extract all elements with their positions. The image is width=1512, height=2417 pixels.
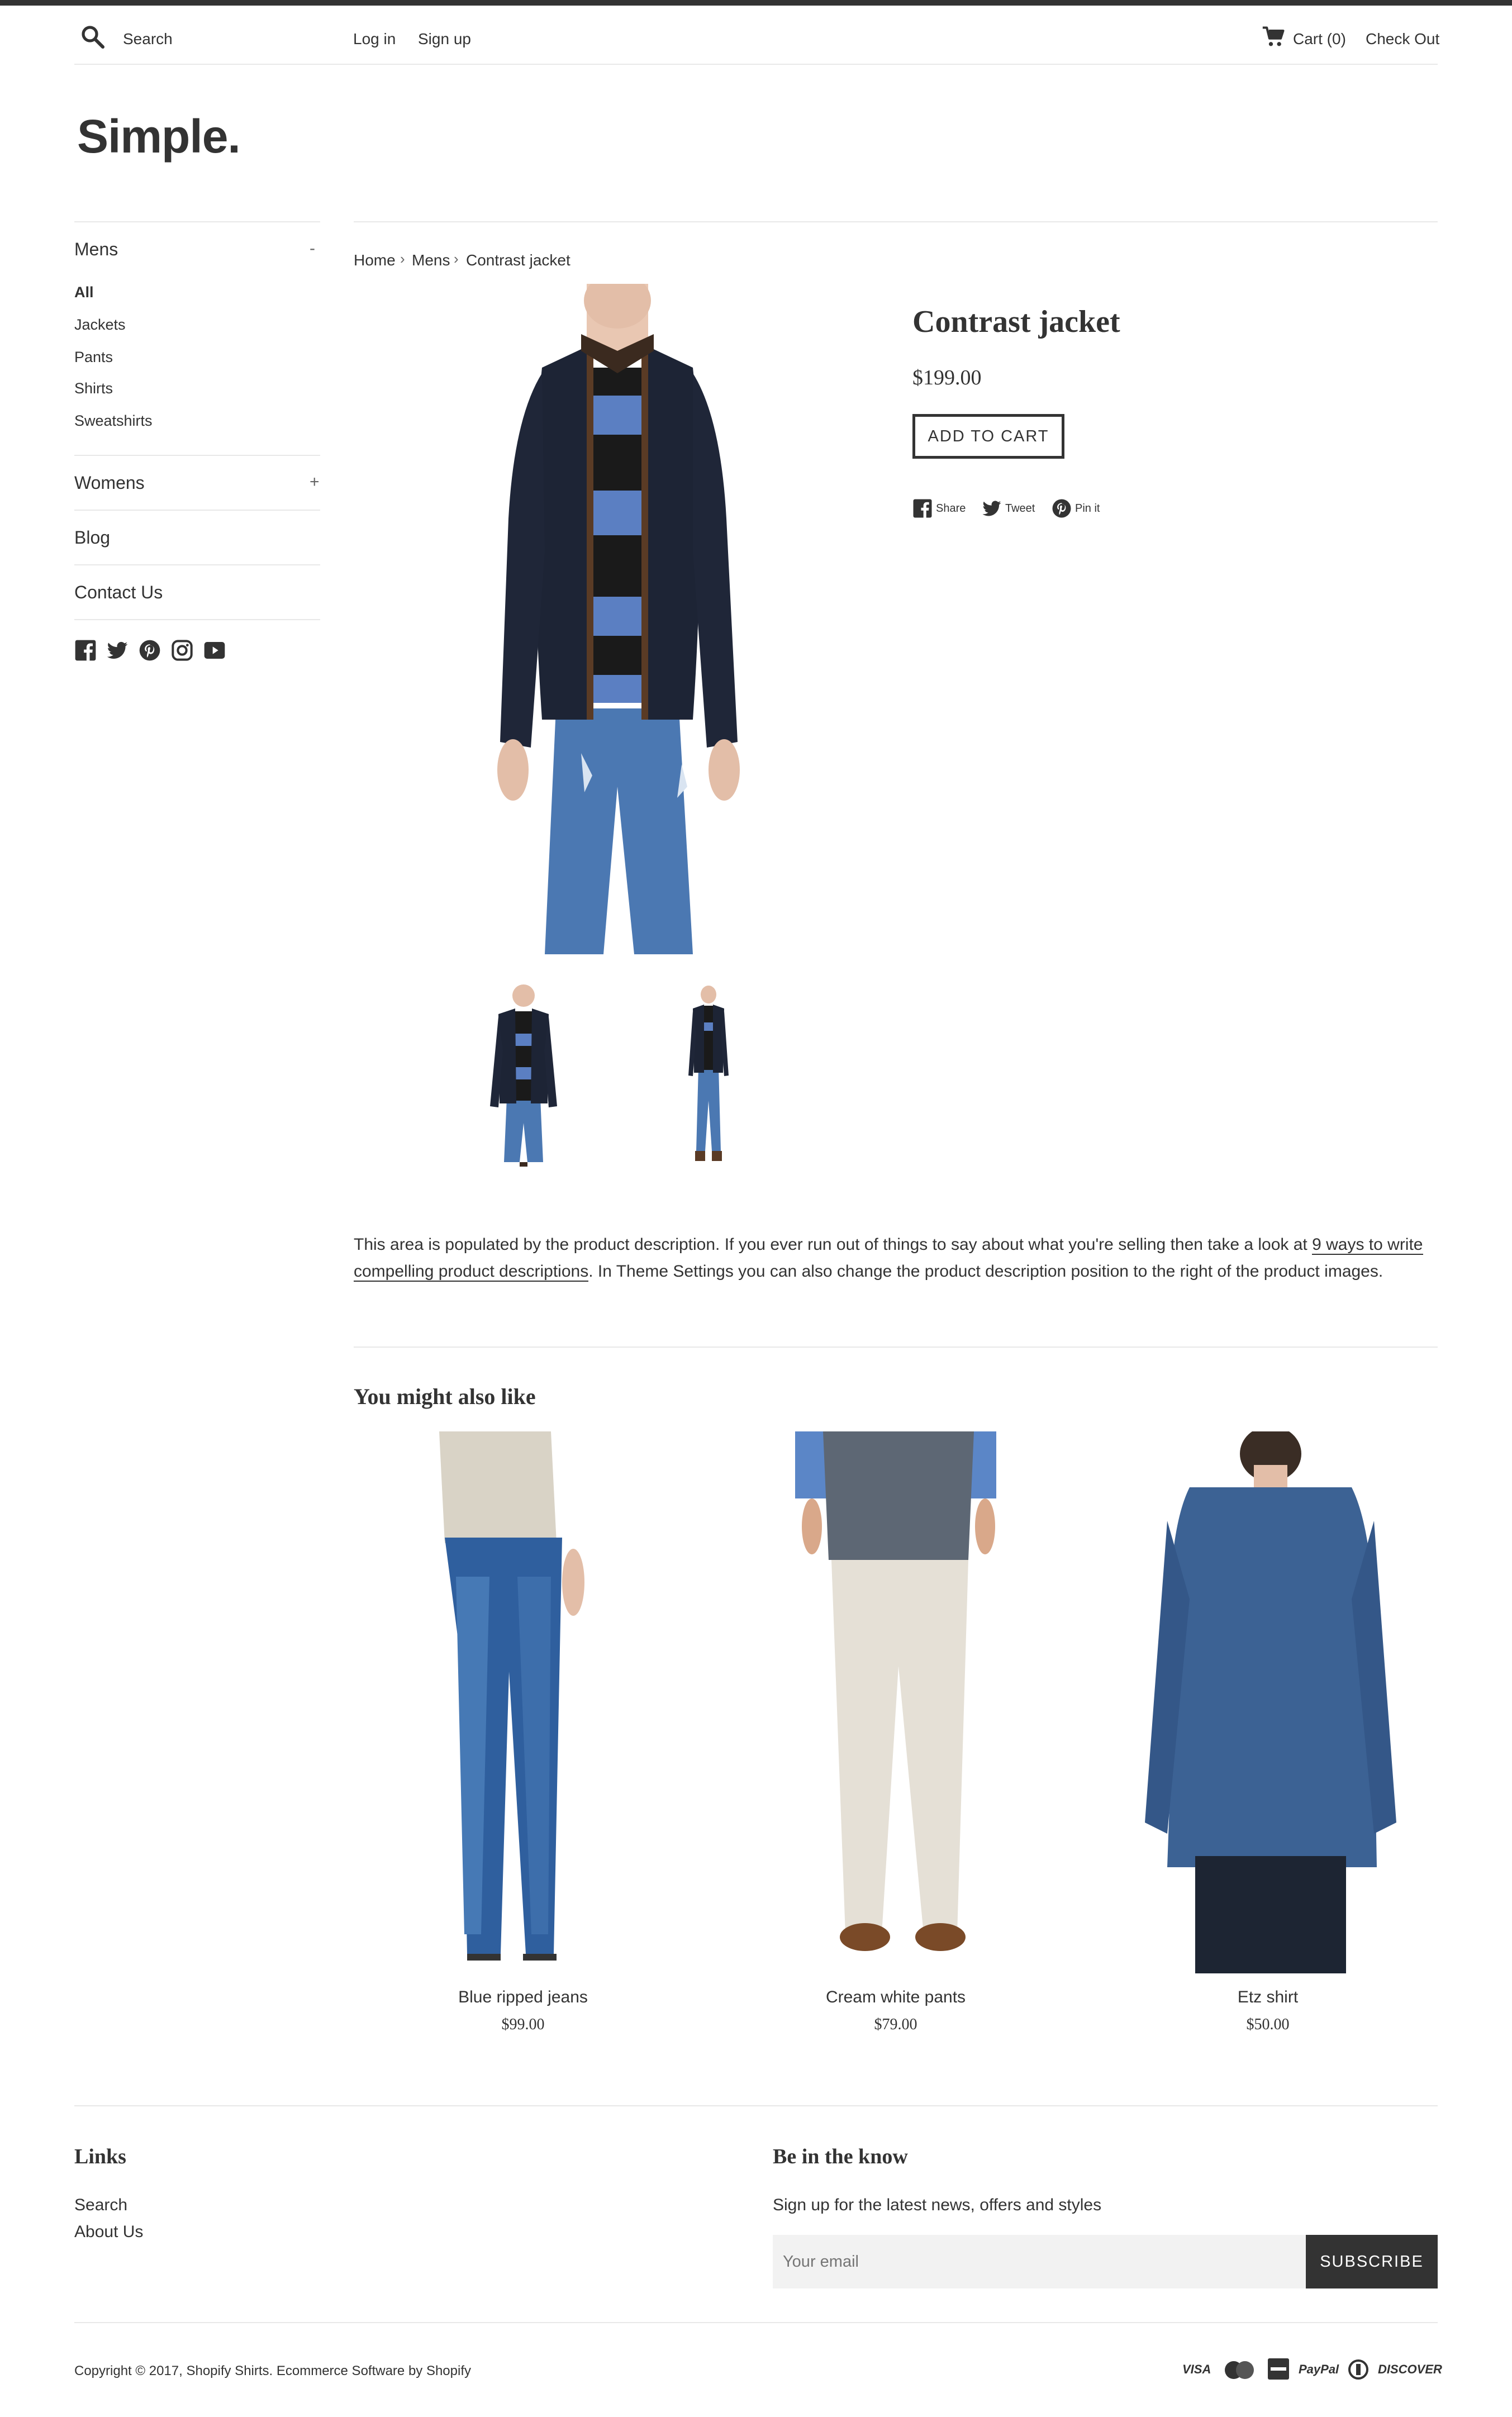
related-product-price: $79.00 <box>874 2016 917 2033</box>
related-heading: You might also like <box>354 1384 536 1409</box>
sidebar-divider <box>74 455 320 456</box>
copyright-text: Copyright © 2017, Shopify Shirts. Ecomme… <box>74 2363 472 2378</box>
breadcrumb-separator: › <box>400 250 405 267</box>
checkout-link[interactable]: Check Out <box>1366 30 1439 48</box>
facebook-icon <box>913 499 932 518</box>
add-to-cart-button[interactable]: ADD TO CART <box>912 414 1064 459</box>
site-header: Search Log in Sign up Cart (0) Check Out <box>0 6 1512 65</box>
signup-link[interactable]: Sign up <box>418 30 471 48</box>
diners-club-icon <box>1348 2359 1368 2380</box>
pin-label: Pin it <box>1075 502 1100 515</box>
share-twitter-button[interactable]: Tweet <box>982 497 1035 520</box>
related-product-image[interactable] <box>367 1431 679 1973</box>
content-divider <box>354 1347 1438 1348</box>
expand-toggle[interactable]: + <box>310 473 320 492</box>
footer-link-search[interactable]: Search <box>74 2196 127 2215</box>
cart-icon[interactable] <box>1262 25 1286 49</box>
product-thumbnail[interactable] <box>476 983 571 1168</box>
header-divider <box>74 64 1438 65</box>
login-link[interactable]: Log in <box>353 30 396 48</box>
footer-link-about[interactable]: About Us <box>74 2223 143 2242</box>
sidebar-subitem-pants[interactable]: Pants <box>74 349 113 366</box>
footer-divider <box>74 2105 1438 2106</box>
paypal-icon: PayPal <box>1299 2362 1339 2376</box>
sidebar-item-contact[interactable]: Contact Us <box>74 582 163 603</box>
sidebar-divider <box>74 619 320 620</box>
product-price: $199.00 <box>912 366 982 389</box>
footer-divider <box>74 2322 1438 2323</box>
newsletter-heading: Be in the know <box>773 2145 908 2168</box>
email-field[interactable] <box>773 2235 1306 2288</box>
description-text: . In Theme Settings you can also change … <box>588 1262 1383 1281</box>
twitter-icon[interactable] <box>106 639 129 662</box>
amex-icon <box>1268 2358 1289 2380</box>
share-pinterest-button[interactable]: Pin it <box>1052 497 1100 520</box>
related-product-name[interactable]: Etz shirt <box>1111 1988 1424 2007</box>
twitter-icon <box>982 501 1001 516</box>
sidebar-divider <box>74 221 320 222</box>
sidebar-subitem-sweatshirts[interactable]: Sweatshirts <box>74 412 153 430</box>
search-icon[interactable] <box>79 23 106 50</box>
product-description: This area is populated by the product de… <box>354 1231 1438 1285</box>
sidebar-divider <box>74 510 320 511</box>
instagram-icon[interactable] <box>171 639 193 662</box>
breadcrumb-current: Contrast jacket <box>466 251 570 269</box>
newsletter-text: Sign up for the latest news, offers and … <box>773 2196 1102 2214</box>
sidebar-divider <box>74 564 320 565</box>
collapse-toggle[interactable]: - <box>310 239 315 258</box>
share-facebook-button[interactable]: Share <box>912 497 966 520</box>
related-product-image[interactable] <box>739 1431 1052 1973</box>
facebook-icon[interactable] <box>74 639 97 662</box>
share-label: Share <box>936 502 966 515</box>
breadcrumb-home[interactable]: Home <box>354 251 396 269</box>
breadcrumb-mens[interactable]: Mens <box>412 251 450 269</box>
sidebar-subitem-all[interactable]: All <box>74 284 94 301</box>
product-main-image[interactable] <box>447 284 788 954</box>
related-product-image[interactable] <box>1111 1431 1424 1973</box>
product-title: Contrast jacket <box>912 304 1120 339</box>
site-logo[interactable]: Simple. <box>77 110 241 164</box>
breadcrumb-separator: › <box>454 250 459 267</box>
sidebar-item-mens[interactable]: Mens <box>74 239 118 260</box>
youtube-icon[interactable] <box>203 639 226 662</box>
search-input[interactable]: Search <box>123 30 173 48</box>
visa-icon: VISA <box>1182 2362 1211 2376</box>
subscribe-button[interactable]: SUBSCRIBE <box>1306 2235 1438 2288</box>
pinterest-icon[interactable] <box>139 639 161 662</box>
discover-icon: DISCOVER <box>1378 2362 1442 2376</box>
tweet-label: Tweet <box>1005 502 1035 515</box>
product-thumbnail[interactable] <box>681 983 736 1168</box>
related-product-price: $50.00 <box>1246 2016 1290 2033</box>
mastercard-icon <box>1225 2361 1254 2379</box>
description-text: This area is populated by the product de… <box>354 1235 1313 1254</box>
cart-link[interactable]: Cart (0) <box>1293 30 1346 48</box>
sidebar-subitem-shirts[interactable]: Shirts <box>74 380 113 397</box>
top-accent-bar <box>0 0 1512 6</box>
sidebar-item-womens[interactable]: Womens <box>74 473 145 493</box>
footer-links-heading: Links <box>74 2145 126 2168</box>
content-divider <box>354 221 1438 222</box>
sidebar-subitem-jackets[interactable]: Jackets <box>74 316 126 334</box>
related-product-name[interactable]: Blue ripped jeans <box>367 1988 679 2007</box>
pinterest-icon <box>1052 499 1071 518</box>
related-product-price: $99.00 <box>501 2016 545 2033</box>
sidebar-item-blog[interactable]: Blog <box>74 527 110 548</box>
related-product-name[interactable]: Cream white pants <box>739 1988 1052 2007</box>
